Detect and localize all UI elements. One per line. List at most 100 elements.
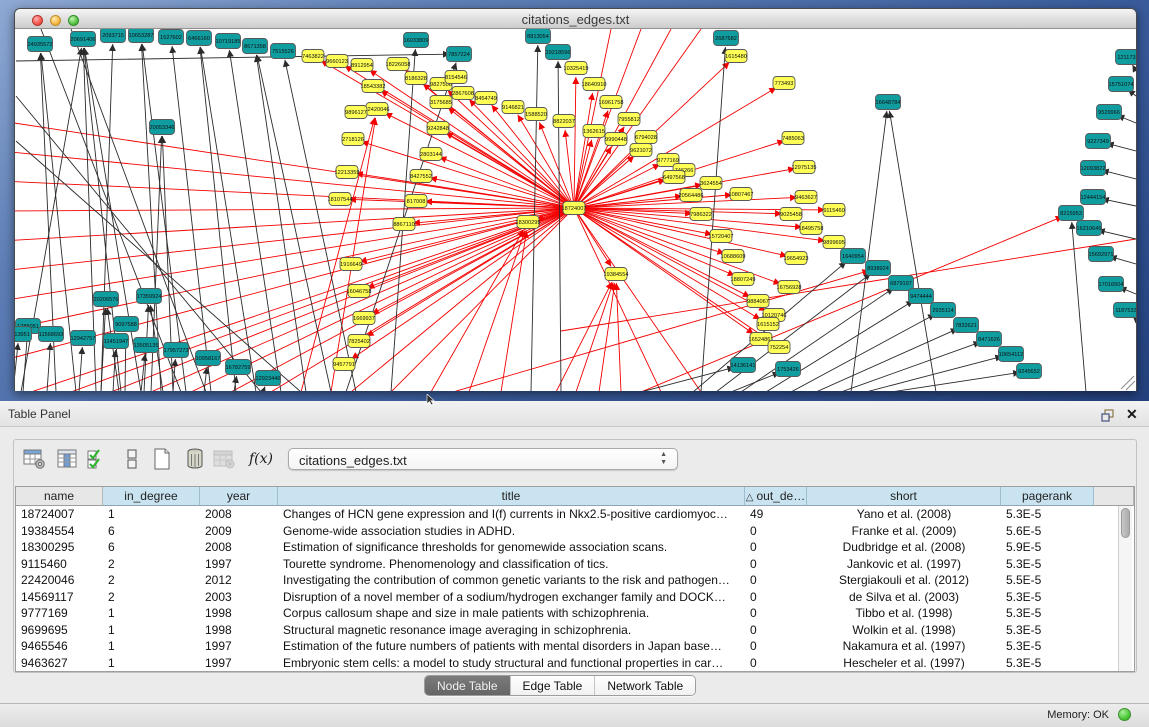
table-cell[interactable]: Tibbo et al. (1998) xyxy=(807,605,1001,622)
table-cell[interactable]: 14569117 xyxy=(16,589,103,606)
table-cell[interactable]: 5.3E-5 xyxy=(1001,655,1094,672)
tab-network-table[interactable]: Network Table xyxy=(595,676,695,695)
table-mode-button[interactable] xyxy=(22,447,48,473)
table-cell[interactable]: de Silva et al. (2003) xyxy=(807,589,1001,606)
tab-node-table[interactable]: Node Table xyxy=(425,676,511,695)
table-cell[interactable]: 1 xyxy=(103,655,200,672)
table-cell[interactable]: 2 xyxy=(103,572,200,589)
delete-table-button[interactable] xyxy=(212,447,238,473)
table-cell[interactable]: Structural magnetic resonance image aver… xyxy=(278,622,745,639)
table-cell[interactable]: 5.9E-5 xyxy=(1001,539,1094,556)
close-panel-icon[interactable]: ✕ xyxy=(1126,406,1138,423)
table-cell[interactable]: 0 xyxy=(745,572,807,589)
scrollbar-thumb[interactable] xyxy=(1121,508,1130,538)
column-header-in_degree[interactable]: in_degree xyxy=(103,487,200,506)
column-header-short[interactable]: short xyxy=(807,487,1001,506)
table-row[interactable]: 946362711997Embryonic stem cells: a mode… xyxy=(16,655,1119,672)
table-cell[interactable]: 22420046 xyxy=(16,572,103,589)
table-cell[interactable]: 0 xyxy=(745,655,807,672)
table-cell[interactable]: 0 xyxy=(745,638,807,655)
table-cell[interactable]: 1998 xyxy=(200,622,278,639)
column-header-out_de[interactable]: △out_de… xyxy=(745,487,807,506)
select-columns-button[interactable] xyxy=(85,447,111,473)
column-header-pagerank[interactable]: pagerank xyxy=(1001,487,1094,506)
table-cell[interactable]: 6 xyxy=(103,523,200,540)
table-cell[interactable]: Wolkin et al. (1998) xyxy=(807,622,1001,639)
table-row[interactable]: 1872400712008Changes of HCN gene express… xyxy=(16,506,1119,523)
table-cell[interactable]: 5.3E-5 xyxy=(1001,638,1094,655)
table-cell[interactable]: Nakamura et al. (1997) xyxy=(807,638,1001,655)
table-select-dropdown[interactable]: citations_edges.txt ▲▼ xyxy=(288,448,678,470)
table-cell[interactable]: 5.5E-5 xyxy=(1001,572,1094,589)
table-cell[interactable]: 1997 xyxy=(200,655,278,672)
table-row[interactable]: 1938455462009Genome-wide association stu… xyxy=(16,523,1119,540)
table-cell[interactable]: 5.6E-5 xyxy=(1001,523,1094,540)
table-cell[interactable]: Changes of HCN gene expression and I(f) … xyxy=(278,506,745,523)
memory-status-indicator[interactable] xyxy=(1118,708,1131,721)
window-resize-grip[interactable] xyxy=(1121,376,1135,390)
table-cell[interactable]: Estimation of significance thresholds fo… xyxy=(278,539,745,556)
table-cell[interactable]: Hescheler et al. (1997) xyxy=(807,655,1001,672)
table-cell[interactable]: 5.3E-5 xyxy=(1001,506,1094,523)
table-row[interactable]: 1830029562008Estimation of significance … xyxy=(16,539,1119,556)
row-height-button[interactable] xyxy=(120,447,146,473)
tab-edge-table[interactable]: Edge Table xyxy=(511,676,596,695)
table-row[interactable]: 1456911722003Disruption of a novel membe… xyxy=(16,589,1119,606)
table-cell[interactable]: 2009 xyxy=(200,523,278,540)
column-header-name[interactable]: name xyxy=(16,487,103,506)
table-cell[interactable]: Genome-wide association studies in ADHD. xyxy=(278,523,745,540)
show-columns-button[interactable] xyxy=(55,447,81,473)
table-cell[interactable]: 1 xyxy=(103,622,200,639)
table-cell[interactable]: 5.3E-5 xyxy=(1001,605,1094,622)
table-cell[interactable]: 18300295 xyxy=(16,539,103,556)
table-cell[interactable]: 1997 xyxy=(200,556,278,573)
table-cell[interactable]: 1997 xyxy=(200,638,278,655)
table-cell[interactable]: 5.3E-5 xyxy=(1001,556,1094,573)
network-window[interactable]: citations_edges.txt 18724007746382296601… xyxy=(14,8,1137,391)
table-cell[interactable]: Corpus callosum shape and size in male p… xyxy=(278,605,745,622)
table-cell[interactable]: 2008 xyxy=(200,539,278,556)
table-row[interactable]: 946554611997Estimation of the future num… xyxy=(16,638,1119,655)
delete-column-button[interactable] xyxy=(183,447,209,473)
table-cell[interactable]: 1 xyxy=(103,638,200,655)
table-cell[interactable]: Yano et al. (2008) xyxy=(807,506,1001,523)
table-cell[interactable]: 0 xyxy=(745,605,807,622)
table-cell[interactable]: 1 xyxy=(103,605,200,622)
table-cell[interactable]: 2008 xyxy=(200,506,278,523)
table-cell[interactable]: 9777169 xyxy=(16,605,103,622)
column-header-title[interactable]: title xyxy=(278,487,745,506)
table-row[interactable]: 2242004622012Investigating the contribut… xyxy=(16,572,1119,589)
table-cell[interactable]: 0 xyxy=(745,556,807,573)
table-cell[interactable]: 5.3E-5 xyxy=(1001,589,1094,606)
table-cell[interactable]: 1 xyxy=(103,506,200,523)
table-cell[interactable]: Stergiakouli et al. (2012) xyxy=(807,572,1001,589)
table-cell[interactable]: 9115460 xyxy=(16,556,103,573)
float-panel-icon[interactable] xyxy=(1101,409,1115,422)
table-cell[interactable]: 2 xyxy=(103,556,200,573)
network-canvas[interactable]: 1872400774638229660123891295418226058982… xyxy=(15,29,1136,391)
table-cell[interactable]: Embryonic stem cells: a model to study s… xyxy=(278,655,745,672)
table-cell[interactable]: 5.3E-5 xyxy=(1001,622,1094,639)
table-cell[interactable]: Estimation of the future numbers of pati… xyxy=(278,638,745,655)
table-row[interactable]: 911546021997Tourette syndrome. Phenomeno… xyxy=(16,556,1119,573)
table-cell[interactable]: 2012 xyxy=(200,572,278,589)
table-cell[interactable]: 2003 xyxy=(200,589,278,606)
table-cell[interactable]: 0 xyxy=(745,622,807,639)
table-cell[interactable]: 18724007 xyxy=(16,506,103,523)
table-cell[interactable]: Jankovic et al. (1997) xyxy=(807,556,1001,573)
table-cell[interactable]: 1998 xyxy=(200,605,278,622)
table-cell[interactable]: 9699695 xyxy=(16,622,103,639)
table-cell[interactable]: Franke et al. (2009) xyxy=(807,523,1001,540)
table-cell[interactable]: Tourette syndrome. Phenomenology and cla… xyxy=(278,556,745,573)
table-cell[interactable]: 6 xyxy=(103,539,200,556)
table-cell[interactable]: Dudbridge et al. (2008) xyxy=(807,539,1001,556)
table-cell[interactable]: 0 xyxy=(745,589,807,606)
function-builder-button[interactable]: f(x) xyxy=(249,447,275,473)
network-window-titlebar[interactable]: citations_edges.txt xyxy=(15,9,1136,29)
table-cell[interactable]: 9463627 xyxy=(16,655,103,672)
column-header-year[interactable]: year xyxy=(200,487,278,506)
table-cell[interactable]: 9465546 xyxy=(16,638,103,655)
table-cell[interactable]: 0 xyxy=(745,539,807,556)
table-cell[interactable]: 49 xyxy=(745,506,807,523)
table-cell[interactable]: Disruption of a novel member of a sodium… xyxy=(278,589,745,606)
